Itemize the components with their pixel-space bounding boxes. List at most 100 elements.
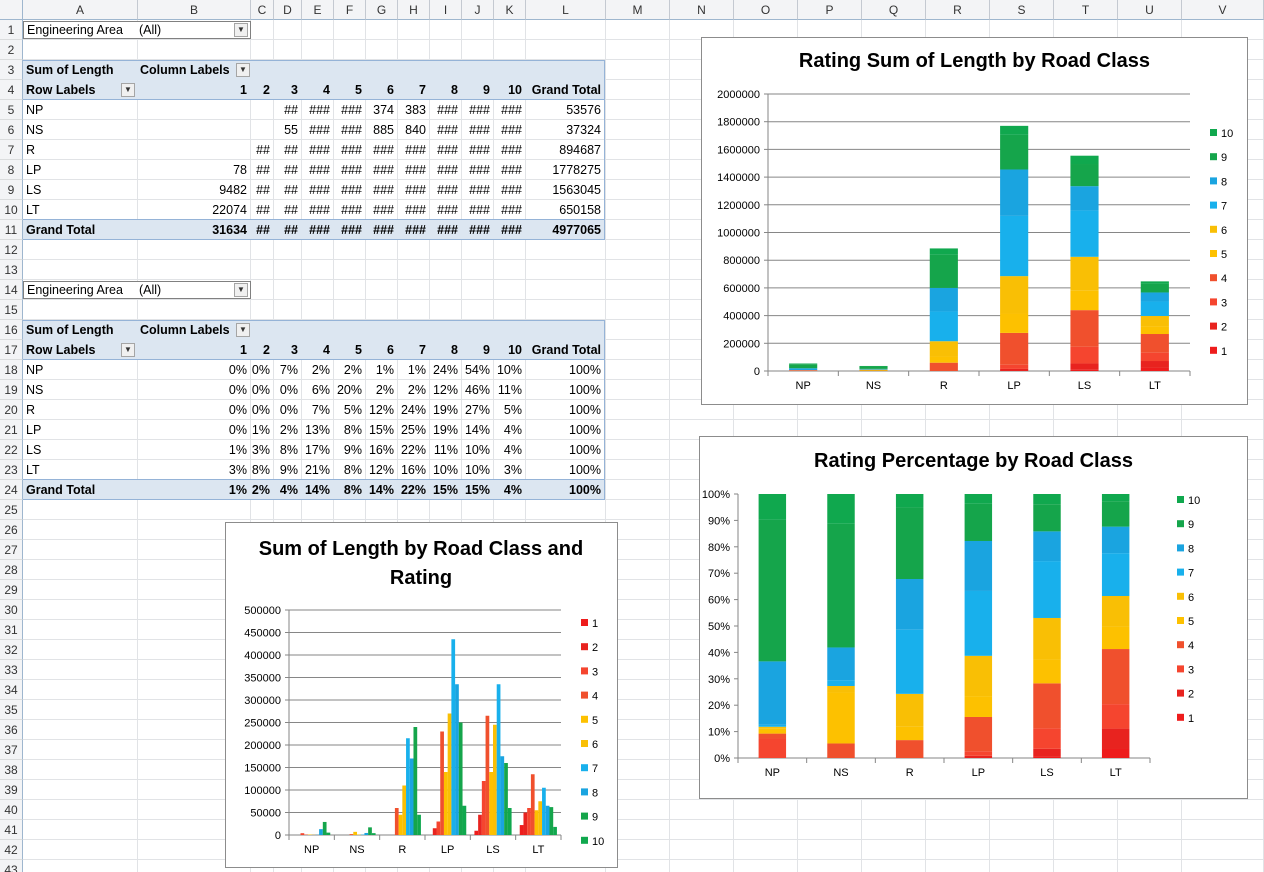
cell[interactable]: Column Labels: [140, 60, 250, 80]
cell[interactable]: ###: [334, 220, 362, 240]
cell[interactable]: 8%: [251, 460, 270, 480]
column-header[interactable]: R: [926, 0, 990, 20]
cell[interactable]: ###: [462, 220, 490, 240]
cell[interactable]: 8%: [334, 460, 362, 480]
cell[interactable]: 8%: [274, 440, 298, 460]
cell[interactable]: 12%: [366, 460, 394, 480]
cell[interactable]: 22%: [398, 480, 426, 500]
column-header[interactable]: G: [366, 0, 398, 20]
cell[interactable]: 1: [138, 80, 247, 100]
cell[interactable]: 55: [274, 120, 298, 140]
cell[interactable]: ###: [334, 180, 362, 200]
cell[interactable]: ###: [302, 220, 330, 240]
cell[interactable]: 100%: [526, 360, 601, 380]
column-header[interactable]: B: [138, 0, 251, 20]
cell[interactable]: 2%: [251, 480, 270, 500]
cell[interactable]: 100%: [526, 480, 601, 500]
cell[interactable]: ##: [251, 180, 270, 200]
cell[interactable]: Grand Total: [26, 220, 136, 240]
row-header[interactable]: 23: [0, 460, 23, 480]
cell[interactable]: 100%: [526, 440, 601, 460]
cell[interactable]: ###: [494, 120, 522, 140]
row-header[interactable]: 19: [0, 380, 23, 400]
cell[interactable]: 10: [494, 340, 522, 360]
cell[interactable]: 7: [398, 340, 426, 360]
cell[interactable]: ###: [462, 180, 490, 200]
cell[interactable]: ###: [398, 220, 426, 240]
cell[interactable]: LT: [26, 200, 136, 220]
cell[interactable]: ###: [462, 140, 490, 160]
cell[interactable]: 4: [302, 340, 330, 360]
cell[interactable]: ###: [366, 180, 394, 200]
cell[interactable]: 9%: [334, 440, 362, 460]
cell[interactable]: ##: [251, 220, 270, 240]
cell[interactable]: 4: [302, 80, 330, 100]
cell[interactable]: 22074: [138, 200, 247, 220]
cell[interactable]: 100%: [526, 380, 601, 400]
row-header[interactable]: 14: [0, 280, 23, 300]
row-header[interactable]: 15: [0, 300, 23, 320]
cell[interactable]: ###: [366, 220, 394, 240]
cell[interactable]: 15%: [462, 480, 490, 500]
column-header[interactable]: A: [23, 0, 138, 20]
cell[interactable]: 12%: [430, 380, 458, 400]
row-header[interactable]: 4: [0, 80, 23, 100]
filter-dropdown-button[interactable]: ▼: [234, 23, 248, 37]
column-header[interactable]: T: [1054, 0, 1118, 20]
report-filter-field[interactable]: Engineering Area (All) ▼: [23, 21, 251, 39]
cell[interactable]: [138, 100, 247, 120]
cell[interactable]: 2: [251, 340, 270, 360]
cell[interactable]: 14%: [302, 480, 330, 500]
row-header[interactable]: 29: [0, 580, 23, 600]
cell[interactable]: 20%: [334, 380, 362, 400]
cell[interactable]: 2: [251, 80, 270, 100]
cell[interactable]: Grand Total: [526, 80, 601, 100]
cell[interactable]: ###: [430, 180, 458, 200]
cell[interactable]: 4%: [494, 440, 522, 460]
cell[interactable]: 12%: [366, 400, 394, 420]
cell[interactable]: 9%: [274, 460, 298, 480]
row-header[interactable]: 30: [0, 600, 23, 620]
cell[interactable]: 17%: [302, 440, 330, 460]
sum-of-length-clustered-chart[interactable]: 0 50000 100000 150000 200000 250000 300000 3500…: [225, 522, 618, 868]
cell[interactable]: LS: [26, 440, 136, 460]
cell[interactable]: ###: [302, 100, 330, 120]
cell[interactable]: 0%: [251, 400, 270, 420]
column-header[interactable]: I: [430, 0, 462, 20]
cell[interactable]: 0%: [251, 380, 270, 400]
cell[interactable]: ##: [274, 180, 298, 200]
cell[interactable]: 27%: [462, 400, 490, 420]
cell[interactable]: 3: [274, 340, 298, 360]
cell[interactable]: 16%: [398, 460, 426, 480]
cell[interactable]: 15%: [366, 420, 394, 440]
row-header[interactable]: 25: [0, 500, 23, 520]
row-header[interactable]: 31: [0, 620, 23, 640]
cell[interactable]: LS: [26, 180, 136, 200]
row-header[interactable]: 7: [0, 140, 23, 160]
cell[interactable]: 5%: [334, 400, 362, 420]
cell[interactable]: 53576: [526, 100, 601, 120]
cell[interactable]: 1%: [138, 440, 247, 460]
column-header[interactable]: C: [251, 0, 274, 20]
cell[interactable]: 10%: [494, 360, 522, 380]
cell[interactable]: 15%: [430, 480, 458, 500]
row-header[interactable]: 22: [0, 440, 23, 460]
column-header[interactable]: Q: [862, 0, 926, 20]
cell[interactable]: ###: [494, 160, 522, 180]
row-header[interactable]: 1: [0, 20, 23, 40]
cell[interactable]: 22%: [398, 440, 426, 460]
cell[interactable]: 9: [462, 340, 490, 360]
cell[interactable]: ###: [494, 180, 522, 200]
column-header[interactable]: U: [1118, 0, 1182, 20]
cell[interactable]: 4977065: [526, 220, 601, 240]
cell[interactable]: ###: [462, 120, 490, 140]
cell[interactable]: Sum of Length: [26, 320, 136, 340]
cell[interactable]: Row Labels: [26, 340, 136, 360]
cell[interactable]: 37324: [526, 120, 601, 140]
cell[interactable]: ###: [430, 100, 458, 120]
cell[interactable]: 1563045: [526, 180, 601, 200]
cell[interactable]: 10: [494, 80, 522, 100]
cell[interactable]: 10%: [430, 460, 458, 480]
rating-percentage-chart[interactable]: 0% 10% 20% 30% 40% 50% 60% 70% 80% 90% 100% NP NS R LP…: [699, 436, 1248, 799]
cell[interactable]: ###: [398, 160, 426, 180]
